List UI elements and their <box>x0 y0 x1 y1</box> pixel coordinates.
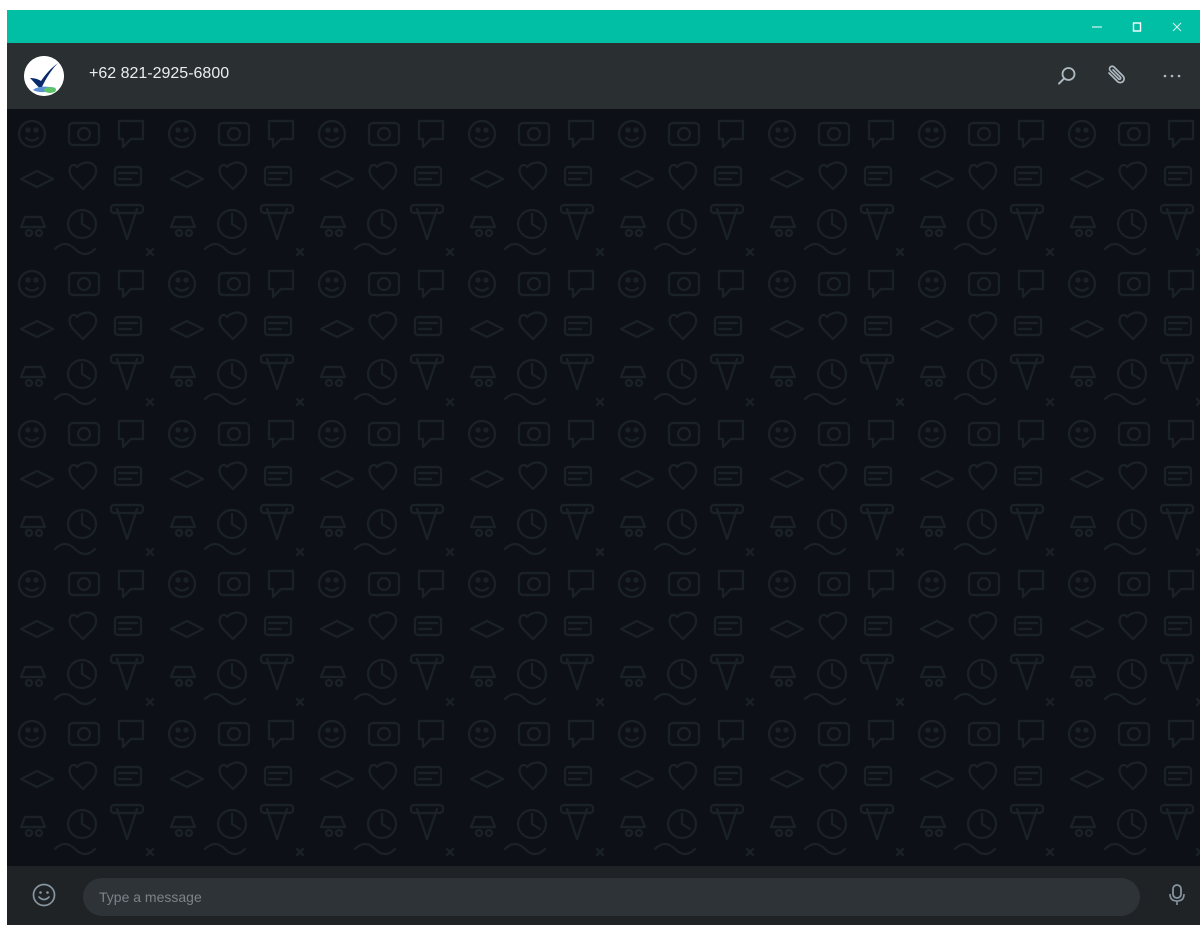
paperclip-icon <box>1108 65 1125 84</box>
menu-button[interactable] <box>1158 62 1186 90</box>
attach-button[interactable] <box>1102 62 1130 90</box>
message-input[interactable] <box>83 878 1140 916</box>
minimize-button[interactable] <box>1077 10 1117 43</box>
search-button[interactable] <box>1053 62 1081 90</box>
search-icon <box>1058 67 1076 85</box>
chat-wallpaper <box>7 109 1200 866</box>
more-horizontal-icon <box>1163 74 1181 78</box>
app-window: +62 821-2925-6800 <box>7 10 1200 925</box>
minimize-icon <box>1092 25 1102 28</box>
close-icon <box>1172 22 1182 31</box>
chat-header: +62 821-2925-6800 <box>7 43 1200 109</box>
emoji-icon <box>32 883 56 907</box>
title-bar[interactable] <box>7 10 1200 43</box>
close-button[interactable] <box>1157 10 1197 43</box>
contact-name[interactable]: +62 821-2925-6800 <box>89 65 229 83</box>
microphone-button[interactable] <box>1162 880 1192 910</box>
checkmark-logo-icon <box>24 56 64 96</box>
microphone-icon <box>1169 884 1185 905</box>
maximize-icon <box>1132 21 1142 32</box>
avatar[interactable] <box>24 56 64 96</box>
maximize-button[interactable] <box>1117 10 1157 43</box>
chat-area <box>7 109 1200 866</box>
message-composer <box>7 866 1200 925</box>
emoji-button[interactable] <box>29 880 59 910</box>
